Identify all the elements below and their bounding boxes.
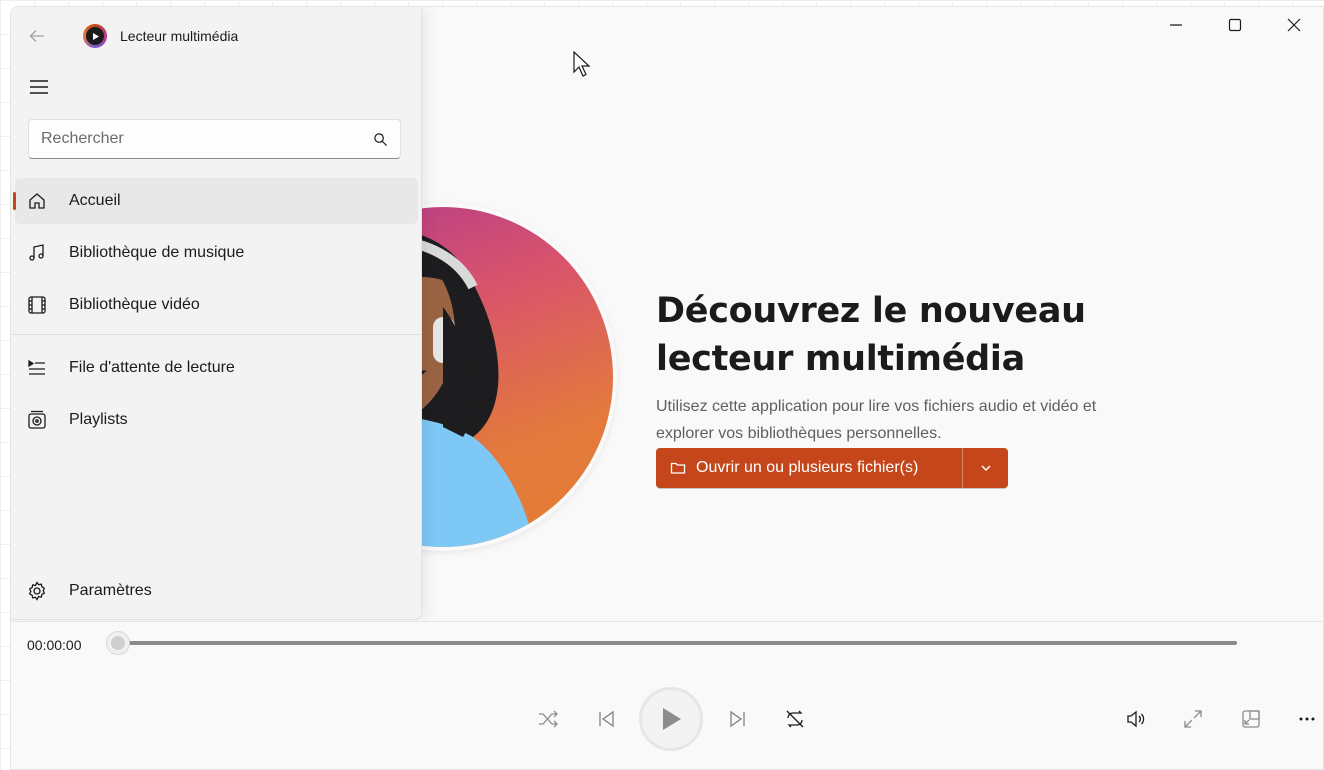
settings-label: Paramètres — [69, 582, 152, 599]
close-button[interactable] — [1264, 7, 1323, 43]
sidebar-item-label: Bibliothèque de musique — [69, 244, 245, 261]
sidebar-item-label: Bibliothèque vidéo — [69, 296, 200, 313]
seek-bar[interactable] — [119, 641, 1237, 645]
nav-divider — [11, 334, 422, 335]
gear-icon — [28, 581, 46, 601]
more-icon — [1299, 717, 1315, 721]
maximize-icon — [1228, 18, 1241, 32]
open-files-split-button: Ouvrir un ou plusieurs fichier(s) — [656, 448, 1008, 488]
shuffle-icon — [539, 710, 558, 728]
minimize-icon — [1169, 24, 1182, 26]
hamburger-menu-button[interactable] — [25, 73, 53, 101]
repeat-off-icon — [786, 710, 804, 728]
volume-icon — [1127, 710, 1145, 728]
hero-text: Découvrez le nouveau lecteur multimédia … — [656, 287, 1176, 447]
elapsed-time: 00:00:00 — [27, 637, 82, 653]
transport-controls — [11, 686, 1323, 752]
more-options-button[interactable] — [1291, 703, 1323, 735]
film-icon — [28, 296, 46, 314]
mouse-cursor-icon — [573, 51, 591, 77]
sidebar-item-label: Playlists — [69, 411, 128, 428]
fullscreen-button[interactable] — [1177, 703, 1209, 735]
app-logo-icon — [83, 24, 107, 48]
app-window: Découvrez le nouveau lecteur multimédia … — [10, 6, 1324, 770]
maximize-button[interactable] — [1205, 7, 1264, 43]
next-icon — [730, 710, 745, 728]
previous-button[interactable] — [590, 703, 622, 735]
previous-icon — [599, 710, 614, 728]
sidebar-item-label: File d'attente de lecture — [69, 359, 235, 376]
mini-player-button[interactable] — [1235, 703, 1267, 735]
sidebar-item-video-library[interactable]: Bibliothèque vidéo — [15, 282, 418, 328]
minimize-button[interactable] — [1146, 7, 1205, 43]
repeat-button[interactable] — [779, 703, 811, 735]
navigation-pane: Lecteur multimédia Accueil Bibliothèque … — [11, 7, 422, 620]
sidebar-item-play-queue[interactable]: File d'attente de lecture — [15, 345, 418, 391]
window-controls — [1146, 7, 1323, 43]
sidebar-item-settings-wrap: Paramètres — [15, 568, 418, 614]
back-button[interactable] — [11, 16, 63, 56]
title-bar: Lecteur multimédia — [11, 7, 421, 65]
hamburger-icon — [30, 80, 48, 94]
seek-thumb[interactable] — [107, 632, 129, 654]
open-options-dropdown[interactable] — [962, 448, 1008, 488]
play-icon — [663, 708, 681, 730]
next-button[interactable] — [722, 703, 754, 735]
search-icon[interactable] — [373, 132, 388, 147]
player-bar: 00:00:00 — [11, 621, 1323, 769]
music-note-icon — [29, 244, 44, 261]
sidebar-item-playlists[interactable]: Playlists — [15, 397, 418, 443]
chevron-down-icon — [980, 462, 992, 474]
sidebar-item-music-library[interactable]: Bibliothèque de musique — [15, 230, 418, 276]
mini-player-icon — [1242, 710, 1260, 728]
sidebar-item-label: Accueil — [69, 192, 121, 209]
close-icon — [1287, 18, 1300, 32]
sidebar-item-accueil[interactable]: Accueil — [13, 178, 418, 224]
search-box — [28, 119, 401, 159]
back-arrow-icon — [29, 30, 44, 42]
hero-subtitle: Utilisez cette application pour lire vos… — [656, 398, 1097, 442]
hero-title: Découvrez le nouveau lecteur multimédia — [656, 291, 1086, 379]
fullscreen-icon — [1184, 710, 1202, 728]
folder-icon — [670, 460, 686, 476]
search-input[interactable] — [41, 130, 373, 148]
open-files-label: Ouvrir un ou plusieurs fichier(s) — [696, 459, 919, 476]
nav-list: Accueil Bibliothèque de musique Biblioth… — [11, 178, 422, 449]
queue-icon — [28, 359, 45, 375]
sidebar-item-settings[interactable]: Paramètres — [15, 568, 418, 614]
app-title: Lecteur multimédia — [120, 28, 239, 44]
play-button[interactable] — [639, 687, 703, 751]
volume-button[interactable] — [1120, 703, 1152, 735]
playlist-icon — [28, 410, 46, 429]
shuffle-button[interactable] — [532, 703, 564, 735]
open-files-button[interactable]: Ouvrir un ou plusieurs fichier(s) — [656, 448, 962, 488]
home-icon — [29, 193, 45, 209]
